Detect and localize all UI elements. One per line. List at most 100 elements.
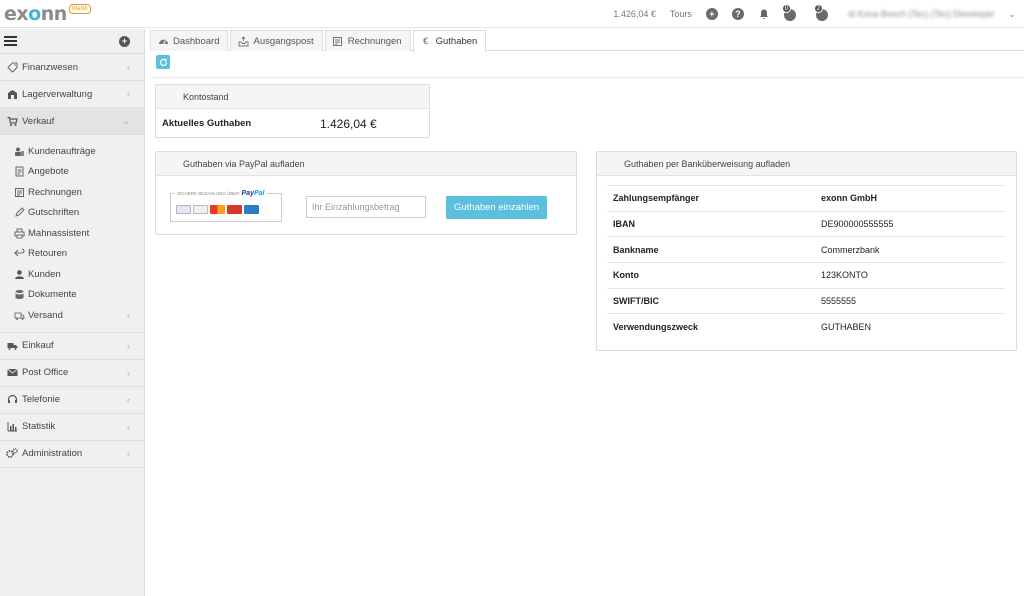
bar-chart-icon <box>6 421 18 433</box>
sidebar-subitem-label: Dokumente <box>28 289 77 301</box>
bell-icon[interactable] <box>758 8 770 20</box>
tab-dashboard[interactable]: Dashboard <box>150 30 229 51</box>
table-row: Zahlungsempfänger exonn GmbH <box>607 185 1005 211</box>
sidebar-subitem-dokumente[interactable]: Dokumente <box>0 285 144 306</box>
sidebar-subitem-label: Mahnassistent <box>28 227 90 239</box>
add-icon[interactable]: + <box>705 8 718 20</box>
database-icon <box>13 289 25 301</box>
row-label: Zahlungsempfänger <box>613 193 700 204</box>
sidebar-subitem-mahnassistent[interactable]: Mahnassistent <box>0 223 144 244</box>
tours-link[interactable]: Tours <box>670 9 692 19</box>
sidebar-subitem-gutschriften[interactable]: Gutschriften <box>0 203 144 224</box>
sidebar-subitem-retouren[interactable]: Retouren <box>0 244 144 265</box>
credit-note-icon <box>13 207 25 219</box>
row-label: Bankname <box>613 244 659 255</box>
chat-icon[interactable]: 2 <box>813 4 834 21</box>
sidebar-subitem-versand[interactable]: Versand ‹ <box>0 305 144 326</box>
row-label: Konto <box>613 270 639 281</box>
table-row: Verwendungszweck GUTHABEN <box>607 313 1005 339</box>
chevron-down-icon: ⌄ <box>122 115 130 126</box>
sidebar-item-post-office[interactable]: Post Office ‹ <box>0 360 144 387</box>
paypal-panel: Guthaben via PayPal aufladen SICHERE BEZ… <box>155 151 577 235</box>
row-value: 5555555 <box>821 296 857 307</box>
chevron-down-icon[interactable]: ⌄ <box>1008 9 1016 20</box>
row-value: GUTHABEN <box>821 321 872 332</box>
top-bar: exonn WaWi 1.426,04 € Tours + ? 0 2 di K… <box>0 0 1024 28</box>
bank-transfer-panel: Guthaben per Banküberweisung aufladen Za… <box>596 151 1017 351</box>
sidebar-item-lagerverwaltung[interactable]: Lagerverwaltung ‹ <box>0 81 144 108</box>
document-icon <box>13 166 25 178</box>
tag-icon <box>6 61 18 73</box>
sidebar-item-label: Telefonie <box>22 394 61 405</box>
truck-icon <box>6 340 18 352</box>
kontostand-panel: Kontostand Aktuelles Guthaben 1.426,04 € <box>155 84 430 138</box>
sidebar-item-label: Einkauf <box>22 340 54 351</box>
refresh-button[interactable] <box>156 55 170 69</box>
row-value: DE900000555555 <box>821 219 894 230</box>
user-menu[interactable]: di Kona Bosch (Tec) (Tec) Developer <box>848 9 995 19</box>
app-logo[interactable]: exonn WaWi <box>4 3 91 25</box>
chevron-left-icon: ‹ <box>127 62 130 72</box>
sidebar-subitem-label: Angebote <box>28 166 69 178</box>
chevron-left-icon: ‹ <box>127 340 130 351</box>
sidebar-subitem-label: Kundenaufträge <box>28 145 96 157</box>
paypal-body: SICHERE BEZAHLUNG ÜBER PayPal Ihr Einzah… <box>156 176 576 234</box>
outbox-icon <box>237 35 249 47</box>
headset-icon <box>6 394 18 406</box>
balance-label: Aktuelles Guthaben <box>162 118 252 129</box>
orders-icon <box>13 145 25 157</box>
sidebar-item-label: Statistik <box>22 421 56 432</box>
sidebar-subitem-label: Retouren <box>28 248 68 260</box>
panel-title: Guthaben per Banküberweisung aufladen <box>597 152 1016 176</box>
sidebar-subitem-rechnungen[interactable]: Rechnungen <box>0 182 144 203</box>
sidebar-item-telefonie[interactable]: Telefonie ‹ <box>0 387 144 414</box>
sidebar-subitem-label: Gutschriften <box>28 207 80 219</box>
balance-display[interactable]: 1.426,04 € <box>613 9 656 19</box>
menu-icon[interactable] <box>4 36 17 46</box>
tab-guthaben[interactable]: € Guthaben <box>412 30 487 52</box>
sidebar-subitem-kundenauftraege[interactable]: Kundenaufträge <box>0 141 144 162</box>
sidebar-item-statistik[interactable]: Statistik ‹ <box>0 414 144 441</box>
divider <box>150 77 1024 78</box>
sidebar-subitem-angebote[interactable]: Angebote <box>0 162 144 183</box>
envelope-icon <box>6 367 18 379</box>
sidebar-item-finanzwesen[interactable]: Finanzwesen ‹ <box>0 54 144 81</box>
sidebar-subitem-kunden[interactable]: Kunden <box>0 264 144 285</box>
sidebar-item-label: Lagerverwaltung <box>22 88 93 100</box>
tab-bar: Dashboard Ausgangspost Rechnungen € Guth… <box>150 30 1024 52</box>
chevron-left-icon: ‹ <box>127 89 130 99</box>
sidebar-subitem-label: Rechnungen <box>28 186 82 198</box>
tab-label: Dashboard <box>173 35 220 47</box>
tab-ausgangspost[interactable]: Ausgangspost <box>230 30 323 51</box>
warehouse-icon <box>6 88 18 100</box>
table-row: Konto 123KONTO <box>607 262 1005 288</box>
user-icon <box>13 268 25 280</box>
add-circle-icon[interactable]: + <box>119 35 130 47</box>
help-icon[interactable]: ? <box>731 8 744 20</box>
paypal-caption: SICHERE BEZAHLUNG ÜBER PayPal <box>175 190 267 197</box>
deposit-button[interactable]: Guthaben einzahlen <box>446 196 547 219</box>
top-right-toolbar: 1.426,04 € Tours + ? 0 2 di Kona Bosch (… <box>613 0 1016 28</box>
chevron-left-icon: ‹ <box>127 367 130 378</box>
amount-input[interactable]: Ihr Einzahlungsbetrag <box>306 196 426 218</box>
panel-title: Guthaben via PayPal aufladen <box>156 152 576 176</box>
chevron-left-icon: ‹ <box>127 421 130 432</box>
euro-icon: € <box>422 36 429 47</box>
logo-text: exonn <box>4 3 67 25</box>
sidebar-item-administration[interactable]: Administration ‹ <box>0 441 144 468</box>
cart-icon <box>6 115 18 127</box>
chevron-left-icon: ‹ <box>127 448 130 459</box>
row-value: Commerzbank <box>821 244 880 255</box>
chat-count: 2 <box>813 4 823 13</box>
tab-label: Ausgangspost <box>253 35 314 47</box>
row-label: SWIFT/BIC <box>613 296 659 307</box>
tab-rechnungen[interactable]: Rechnungen <box>324 30 411 51</box>
balance-value: 1.426,04 € <box>320 116 377 131</box>
tab-label: Guthaben <box>435 36 478 47</box>
paypal-card-icon <box>176 205 191 214</box>
print-icon <box>13 227 25 239</box>
sidebar-item-einkauf[interactable]: Einkauf ‹ <box>0 333 144 360</box>
sidebar-item-verkauf[interactable]: Verkauf ⌄ <box>0 108 144 135</box>
messages-icon[interactable]: 0 <box>781 4 802 21</box>
table-row: IBAN DE900000555555 <box>607 210 1005 237</box>
